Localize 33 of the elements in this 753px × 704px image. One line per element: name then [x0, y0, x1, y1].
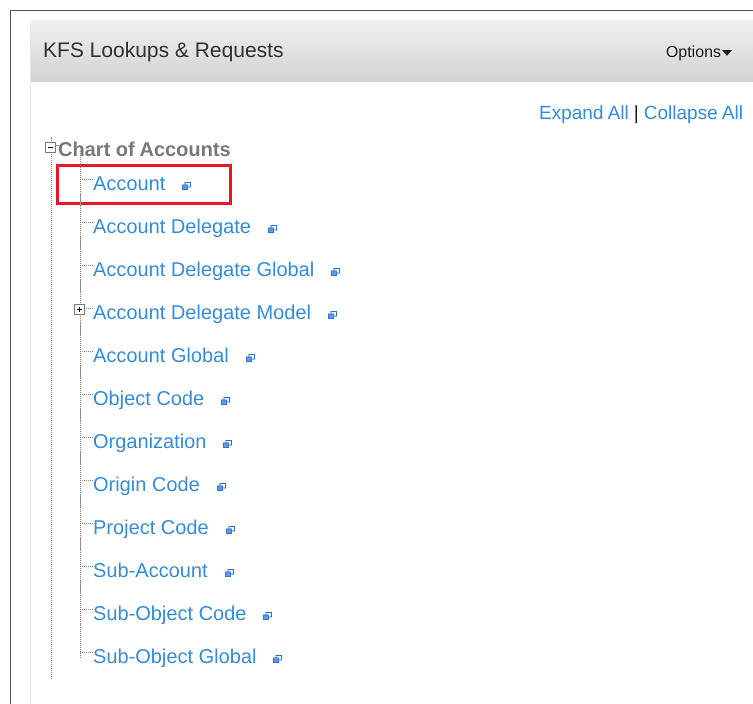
panel-title: KFS Lookups & Requests — [43, 39, 284, 63]
tree-link[interactable]: Account — [93, 173, 166, 196]
external-link-icon[interactable] — [182, 182, 192, 190]
tree-link[interactable]: Sub-Object Global — [93, 646, 256, 669]
external-link-icon[interactable] — [273, 654, 282, 662]
tree-link[interactable]: Project Code — [93, 517, 209, 540]
external-link-icon[interactable] — [221, 396, 230, 404]
caret-icon — [722, 50, 732, 56]
tree-link[interactable]: Sub-Account — [93, 560, 208, 583]
tree-link[interactable]: Account Delegate — [93, 216, 251, 239]
external-link-icon[interactable] — [331, 268, 340, 276]
external-link-icon[interactable] — [328, 310, 337, 318]
tree-link[interactable]: Account Delegate Global — [93, 259, 314, 282]
external-link-icon[interactable] — [223, 440, 232, 448]
collapse-icon[interactable] — [45, 142, 56, 152]
options-menu[interactable]: Options — [666, 44, 732, 62]
external-link-icon[interactable] — [246, 354, 255, 362]
external-link-icon[interactable] — [263, 612, 272, 620]
tree-link[interactable]: Account Global — [93, 345, 229, 368]
tree-link[interactable]: Sub-Object Code — [93, 603, 246, 626]
expand-all-link[interactable]: Expand All — [538, 103, 629, 125]
tree-link[interactable]: Account Delegate Model — [93, 302, 311, 325]
external-link-icon[interactable] — [268, 224, 277, 232]
external-link-icon[interactable] — [226, 526, 235, 534]
separator: | — [634, 103, 639, 125]
tree-link[interactable]: Object Code — [93, 388, 204, 411]
external-link-icon[interactable] — [216, 482, 226, 490]
collapse-all-link[interactable]: Collapse All — [644, 103, 743, 125]
expand-icon[interactable] — [74, 304, 85, 315]
tree-folder[interactable]: Chart of Accounts — [58, 138, 231, 162]
tree-link[interactable]: Organization — [93, 431, 206, 454]
tree-link[interactable]: Origin Code — [93, 474, 200, 497]
external-link-icon[interactable] — [224, 568, 234, 576]
